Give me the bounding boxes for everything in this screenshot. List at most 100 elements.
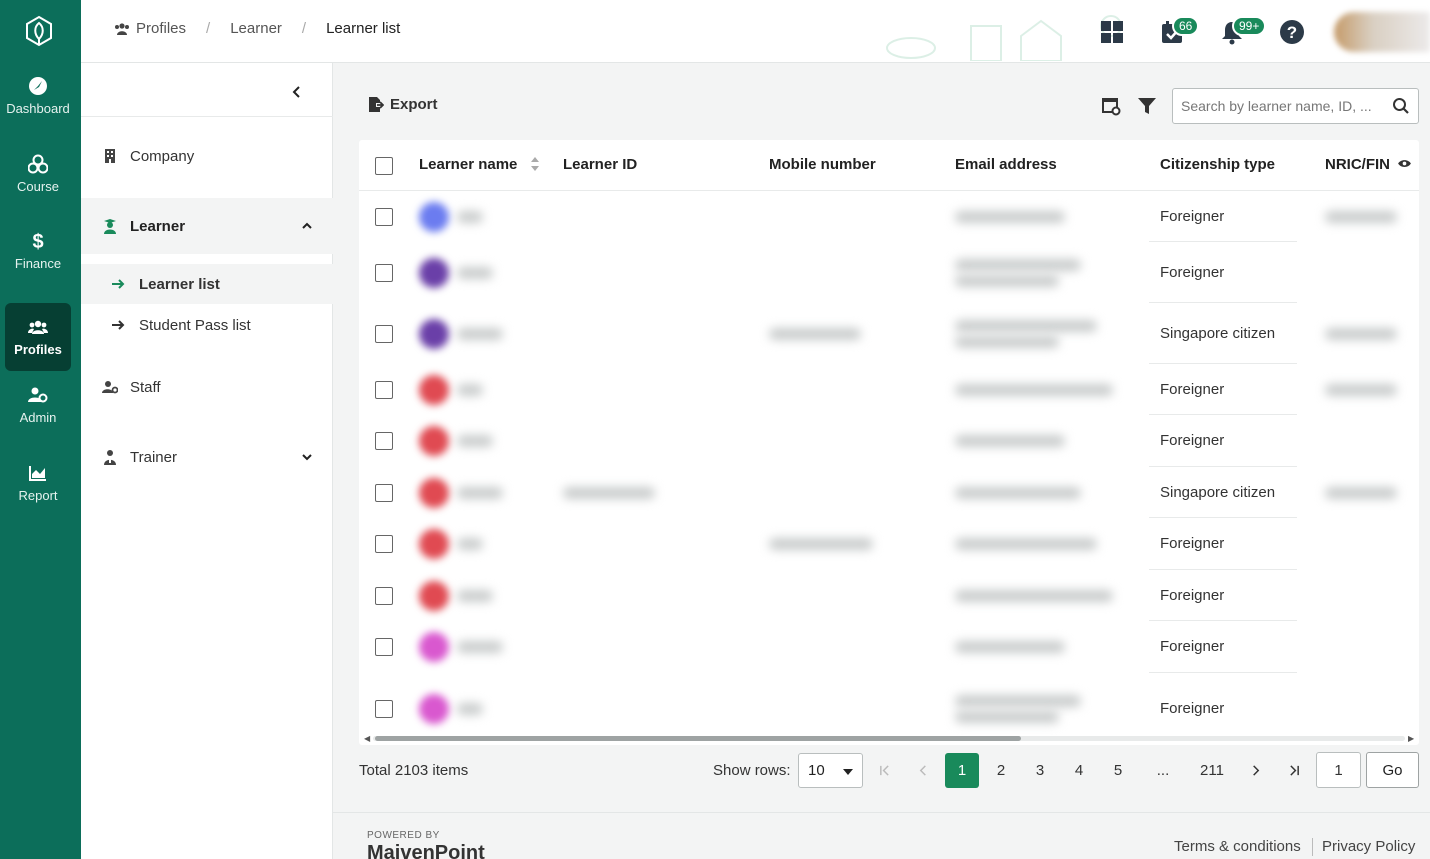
learner-table: Learner name Learner ID Mobile number Em… [359, 140, 1419, 745]
redacted-learner-name [457, 266, 493, 279]
profiles-subnav: Company Learner Learner list Student Pas… [81, 63, 333, 859]
search-icon[interactable] [1392, 97, 1410, 115]
rail-item-report[interactable]: Report [5, 449, 71, 517]
help-button[interactable]: ? [1272, 12, 1312, 52]
goto-page-input[interactable] [1316, 752, 1361, 788]
redacted-learner-name [457, 383, 483, 396]
horizontal-scrollbar[interactable]: ◀ ▶ [359, 733, 1419, 743]
page-button-4[interactable]: 4 [1062, 753, 1096, 788]
table-row[interactable]: Foreigner [359, 518, 1419, 570]
subnav-item-trainer[interactable]: Trainer [81, 429, 333, 485]
row-checkbox[interactable] [375, 638, 393, 656]
page-button-3[interactable]: 3 [1023, 753, 1057, 788]
table-header: Learner name Learner ID Mobile number Em… [359, 140, 1419, 191]
grid-icon [1101, 20, 1123, 43]
rail-item-admin[interactable]: Admin [5, 371, 71, 439]
trainer-icon [104, 450, 116, 465]
admin-icon [28, 387, 48, 403]
notifications-button[interactable]: 99+ [1212, 12, 1267, 52]
table-row[interactable]: Foreigner [359, 415, 1419, 467]
column-header-email: Email address [955, 156, 1057, 173]
table-row[interactable]: Foreigner [359, 364, 1419, 415]
row-checkbox[interactable] [375, 586, 393, 605]
redacted-nric [1325, 383, 1397, 396]
column-settings-icon[interactable] [1101, 96, 1121, 116]
row-checkbox[interactable] [375, 700, 393, 718]
scroll-right-icon[interactable]: ▶ [1408, 734, 1414, 743]
scroll-left-icon[interactable]: ◀ [364, 734, 370, 743]
row-checkbox[interactable] [375, 483, 393, 502]
user-avatar[interactable] [1334, 11, 1430, 52]
rail-item-profiles[interactable]: Profiles [5, 303, 71, 371]
row-checkbox[interactable] [375, 324, 393, 343]
help-icon: ? [1280, 19, 1304, 44]
app-logo-icon[interactable] [22, 14, 56, 48]
citizenship-cell: Foreigner [1160, 535, 1225, 552]
redacted-nric [1325, 210, 1397, 223]
subnav-item-student-pass-list[interactable]: Student Pass list [81, 305, 333, 345]
redacted-learner-name [457, 210, 483, 223]
scrollbar-thumb[interactable] [375, 736, 1021, 741]
table-row[interactable]: Singapore citizen [359, 467, 1419, 518]
breadcrumb-learner[interactable]: Learner [230, 20, 282, 37]
citizenship-cell: Foreigner [1160, 263, 1225, 281]
terms-link[interactable]: Terms & conditions [1174, 838, 1301, 855]
rail-item-course[interactable]: Course [5, 140, 71, 208]
subnav-item-learner-list[interactable]: Learner list [81, 264, 333, 304]
subnav-label: Learner [130, 217, 186, 235]
row-checkbox[interactable] [375, 432, 393, 450]
chevron-down-icon [302, 454, 312, 461]
eye-icon[interactable] [1397, 158, 1412, 169]
subnav-item-learner[interactable]: Learner [81, 198, 333, 254]
row-checkbox[interactable] [375, 263, 393, 282]
collapse-sidebar-icon[interactable] [288, 83, 306, 101]
row-checkbox[interactable] [375, 535, 393, 553]
table-row[interactable]: Foreigner [359, 191, 1419, 242]
rail-label: Admin [19, 410, 57, 425]
learner-avatar [419, 374, 449, 405]
rail-item-dashboard[interactable]: Dashboard [5, 62, 71, 130]
page-button-1[interactable]: 1 [945, 753, 979, 788]
app-switcher-button[interactable] [1092, 12, 1132, 52]
row-checkbox[interactable] [375, 207, 393, 226]
row-checkbox[interactable] [375, 380, 393, 399]
export-icon [369, 97, 384, 112]
first-page-button[interactable] [867, 753, 901, 788]
filter-icon[interactable] [1137, 96, 1157, 116]
page-button-5[interactable]: 5 [1101, 753, 1135, 788]
column-header-mobile: Mobile number [769, 156, 876, 173]
redacted-learner-name [457, 486, 503, 499]
breadcrumb: Profiles / Learner / Learner list [114, 20, 400, 37]
select-all-checkbox[interactable] [375, 157, 393, 175]
table-row[interactable]: Foreigner [359, 570, 1419, 621]
tasks-button[interactable]: 66 [1152, 12, 1200, 52]
breadcrumb-profiles[interactable]: Profiles [136, 20, 186, 37]
svg-text:$: $ [32, 231, 43, 251]
citizenship-cell: Singapore citizen [1160, 483, 1276, 501]
page-button-2[interactable]: 2 [984, 753, 1018, 788]
rail-item-finance[interactable]: $ Finance [5, 217, 71, 285]
page-ellipsis[interactable]: ... [1146, 753, 1180, 788]
redacted-nric [1325, 486, 1397, 499]
page-button-last[interactable]: 211 [1195, 753, 1229, 788]
table-row[interactable]: Singapore citizen [359, 303, 1419, 364]
previous-page-button[interactable] [906, 753, 940, 788]
search-input[interactable] [1173, 89, 1383, 123]
subnav-item-company[interactable]: Company [81, 128, 333, 184]
rows-per-page-select[interactable]: 10 [798, 753, 863, 788]
subnav-label: Student Pass list [139, 316, 251, 334]
column-header-learner-name[interactable]: Learner name [419, 156, 540, 173]
privacy-link[interactable]: Privacy Policy [1322, 838, 1415, 855]
table-row[interactable]: Foreigner [359, 621, 1419, 673]
subnav-item-staff[interactable]: Staff [81, 359, 333, 415]
next-page-button[interactable] [1238, 753, 1272, 788]
table-row[interactable]: Foreigner [359, 242, 1419, 303]
column-header-nric: NRIC/FIN [1325, 156, 1412, 173]
redacted-mobile [769, 327, 861, 340]
dollar-icon: $ [32, 231, 43, 251]
learner-avatar [419, 201, 449, 232]
go-button[interactable]: Go [1366, 752, 1419, 788]
export-button[interactable]: Export [367, 96, 438, 113]
sort-icon [530, 157, 539, 171]
last-page-button[interactable] [1277, 753, 1311, 788]
